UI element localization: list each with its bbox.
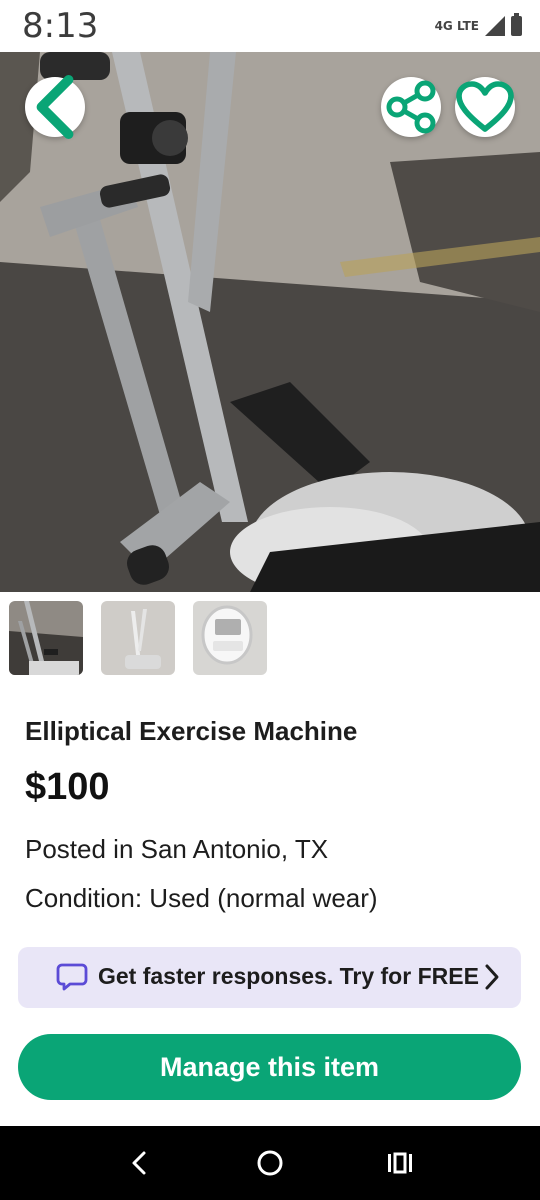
favorite-button[interactable]: [455, 77, 515, 137]
thumbnail-image: [9, 601, 83, 675]
listing-photo[interactable]: [0, 52, 540, 592]
nav-back-button[interactable]: [124, 1148, 154, 1178]
manage-item-button[interactable]: Manage this item: [18, 1034, 521, 1100]
status-time: 8:13: [22, 6, 99, 46]
nav-recents-icon: [388, 1152, 412, 1174]
lte-icon: 4G LTE: [434, 19, 479, 33]
status-bar: 8:13 4G LTE: [0, 0, 540, 52]
chevron-right-icon: [485, 964, 499, 990]
listing-price: $100: [25, 766, 110, 808]
photo-thumbnails: [9, 601, 267, 675]
status-icons: 4G LTE: [434, 13, 522, 38]
back-arrow-icon: [36, 74, 74, 140]
nav-home-button[interactable]: [255, 1148, 285, 1178]
system-nav-bar: [0, 1126, 540, 1200]
listing-title: Elliptical Exercise Machine: [25, 716, 358, 746]
battery-icon: [511, 13, 522, 36]
chat-bubble-icon: [56, 963, 88, 991]
heart-icon: [456, 81, 514, 132]
thumbnail-2[interactable]: [101, 601, 175, 675]
nav-recents-button[interactable]: [385, 1148, 415, 1178]
thumbnail-3[interactable]: [193, 601, 267, 675]
nav-home-icon: [257, 1150, 283, 1176]
share-button[interactable]: [381, 77, 441, 137]
thumbnail-image: [101, 601, 175, 675]
signal-icon: [485, 16, 505, 36]
listing-location: Posted in San Antonio, TX: [25, 834, 329, 864]
listing-condition: Condition: Used (normal wear): [25, 883, 378, 913]
thumbnail-1[interactable]: [9, 601, 83, 675]
promo-text: Get faster responses. Try for FREE: [98, 963, 479, 989]
back-button[interactable]: [25, 74, 85, 140]
share-icon: [386, 80, 436, 134]
thumbnail-image: [193, 601, 267, 675]
promo-banner[interactable]: Get faster responses. Try for FREE: [18, 947, 521, 1008]
nav-back-icon: [132, 1151, 146, 1175]
